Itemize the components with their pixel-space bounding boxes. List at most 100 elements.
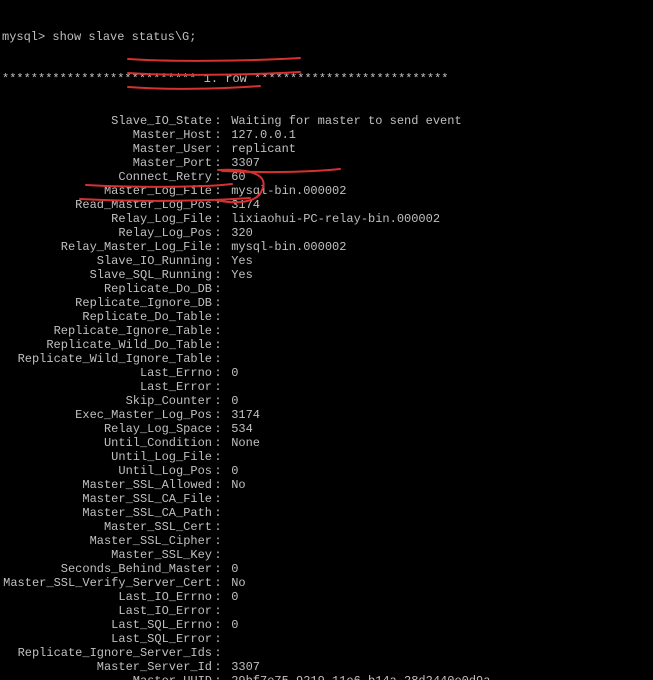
status-label: Replicate_Do_DB [2, 282, 212, 296]
colon-separator: : [212, 408, 224, 422]
status-row: Read_Master_Log_Pos: 3174 [2, 198, 653, 212]
status-value: 127.0.0.1 [224, 128, 296, 142]
colon-separator: : [212, 254, 224, 268]
status-value: 0 [224, 464, 238, 478]
status-label: Replicate_Ignore_Server_Ids [2, 646, 212, 660]
status-value: None [224, 436, 260, 450]
colon-separator: : [212, 646, 224, 660]
status-value: No [224, 478, 246, 492]
colon-separator: : [212, 282, 224, 296]
status-value [224, 632, 231, 646]
status-value: 0 [224, 618, 238, 632]
status-value: mysql-bin.000002 [224, 240, 346, 254]
status-row: Relay_Log_Pos: 320 [2, 226, 653, 240]
colon-separator: : [212, 338, 224, 352]
status-label: Until_Log_Pos [2, 464, 212, 478]
status-label: Relay_Master_Log_File [2, 240, 212, 254]
status-label: Slave_SQL_Running [2, 268, 212, 282]
status-row: Master_SSL_Allowed: No [2, 478, 653, 492]
status-label: Relay_Log_Pos [2, 226, 212, 240]
status-row: Master_Port: 3307 [2, 156, 653, 170]
status-value: 0 [224, 590, 238, 604]
status-row: Slave_IO_Running: Yes [2, 254, 653, 268]
colon-separator: : [212, 576, 224, 590]
status-label: Until_Condition [2, 436, 212, 450]
status-row: Master_SSL_CA_Path: [2, 506, 653, 520]
status-label: Skip_Counter [2, 394, 212, 408]
status-value [224, 450, 231, 464]
status-row: Last_IO_Error: [2, 604, 653, 618]
status-row: Relay_Log_Space: 534 [2, 422, 653, 436]
status-row: Master_Server_Id: 3307 [2, 660, 653, 674]
status-row: Master_Log_File: mysql-bin.000002 [2, 184, 653, 198]
row-header: *************************** 1. row *****… [2, 72, 653, 86]
status-value: 3307 [224, 156, 260, 170]
status-value: Yes [224, 254, 253, 268]
status-row: Master_SSL_Key: [2, 548, 653, 562]
status-row: Replicate_Do_Table: [2, 310, 653, 324]
status-label: Seconds_Behind_Master [2, 562, 212, 576]
annotation-underline-master-port [128, 86, 260, 89]
status-label: Master_Log_File [2, 184, 212, 198]
status-label: Last_SQL_Error [2, 632, 212, 646]
status-label: Last_Error [2, 380, 212, 394]
status-label: Master_User [2, 142, 212, 156]
colon-separator: : [212, 366, 224, 380]
colon-separator: : [212, 492, 224, 506]
status-label: Read_Master_Log_Pos [2, 198, 212, 212]
status-label: Master_UUID [2, 674, 212, 680]
status-row: Last_Error: [2, 380, 653, 394]
colon-separator: : [212, 520, 224, 534]
status-value [224, 492, 231, 506]
status-value: 3174 [224, 198, 260, 212]
status-value [224, 310, 231, 324]
status-label: Master_SSL_Cipher [2, 534, 212, 548]
status-value: lixiaohui-PC-relay-bin.000002 [224, 212, 440, 226]
status-label: Slave_IO_State [2, 114, 212, 128]
status-row: Replicate_Wild_Ignore_Table: [2, 352, 653, 366]
status-label: Until_Log_File [2, 450, 212, 464]
status-label: Replicate_Ignore_DB [2, 296, 212, 310]
status-value [224, 520, 231, 534]
colon-separator: : [212, 212, 224, 226]
status-label: Replicate_Wild_Do_Table [2, 338, 212, 352]
colon-separator: : [212, 478, 224, 492]
status-value: 0 [224, 394, 238, 408]
status-row: Master_SSL_Cipher: [2, 534, 653, 548]
status-row: Until_Log_Pos: 0 [2, 464, 653, 478]
status-value: 3174 [224, 408, 260, 422]
colon-separator: : [212, 464, 224, 478]
status-value [224, 604, 231, 618]
status-row: Last_IO_Errno: 0 [2, 590, 653, 604]
status-label: Relay_Log_Space [2, 422, 212, 436]
status-row: Seconds_Behind_Master: 0 [2, 562, 653, 576]
colon-separator: : [212, 352, 224, 366]
status-row: Master_SSL_Cert: [2, 520, 653, 534]
colon-separator: : [212, 268, 224, 282]
status-label: Master_Port [2, 156, 212, 170]
status-value [224, 380, 231, 394]
status-label: Master_SSL_Cert [2, 520, 212, 534]
status-label: Master_SSL_Verify_Server_Cert [2, 576, 212, 590]
colon-separator: : [212, 548, 224, 562]
colon-separator: : [212, 632, 224, 646]
colon-separator: : [212, 394, 224, 408]
status-label: Connect_Retry [2, 170, 212, 184]
status-label: Last_IO_Errno [2, 590, 212, 604]
status-row: Slave_SQL_Running: Yes [2, 268, 653, 282]
status-value: 3307 [224, 660, 260, 674]
status-row: Last_SQL_Errno: 0 [2, 618, 653, 632]
status-value: 0 [224, 562, 238, 576]
status-value: mysql-bin.000002 [224, 184, 346, 198]
colon-separator: : [212, 562, 224, 576]
status-value: 29bf7e75-9219-11e6-b14a-28d2440e0d9a [224, 674, 490, 680]
status-row: Replicate_Ignore_Server_Ids: [2, 646, 653, 660]
status-label: Slave_IO_Running [2, 254, 212, 268]
status-row: Replicate_Ignore_Table: [2, 324, 653, 338]
status-row: Master_Host: 127.0.0.1 [2, 128, 653, 142]
status-row: Master_SSL_CA_File: [2, 492, 653, 506]
status-label: Master_SSL_Allowed [2, 478, 212, 492]
status-value: Waiting for master to send event [224, 114, 462, 128]
status-value: 534 [224, 422, 253, 436]
status-value [224, 646, 231, 660]
